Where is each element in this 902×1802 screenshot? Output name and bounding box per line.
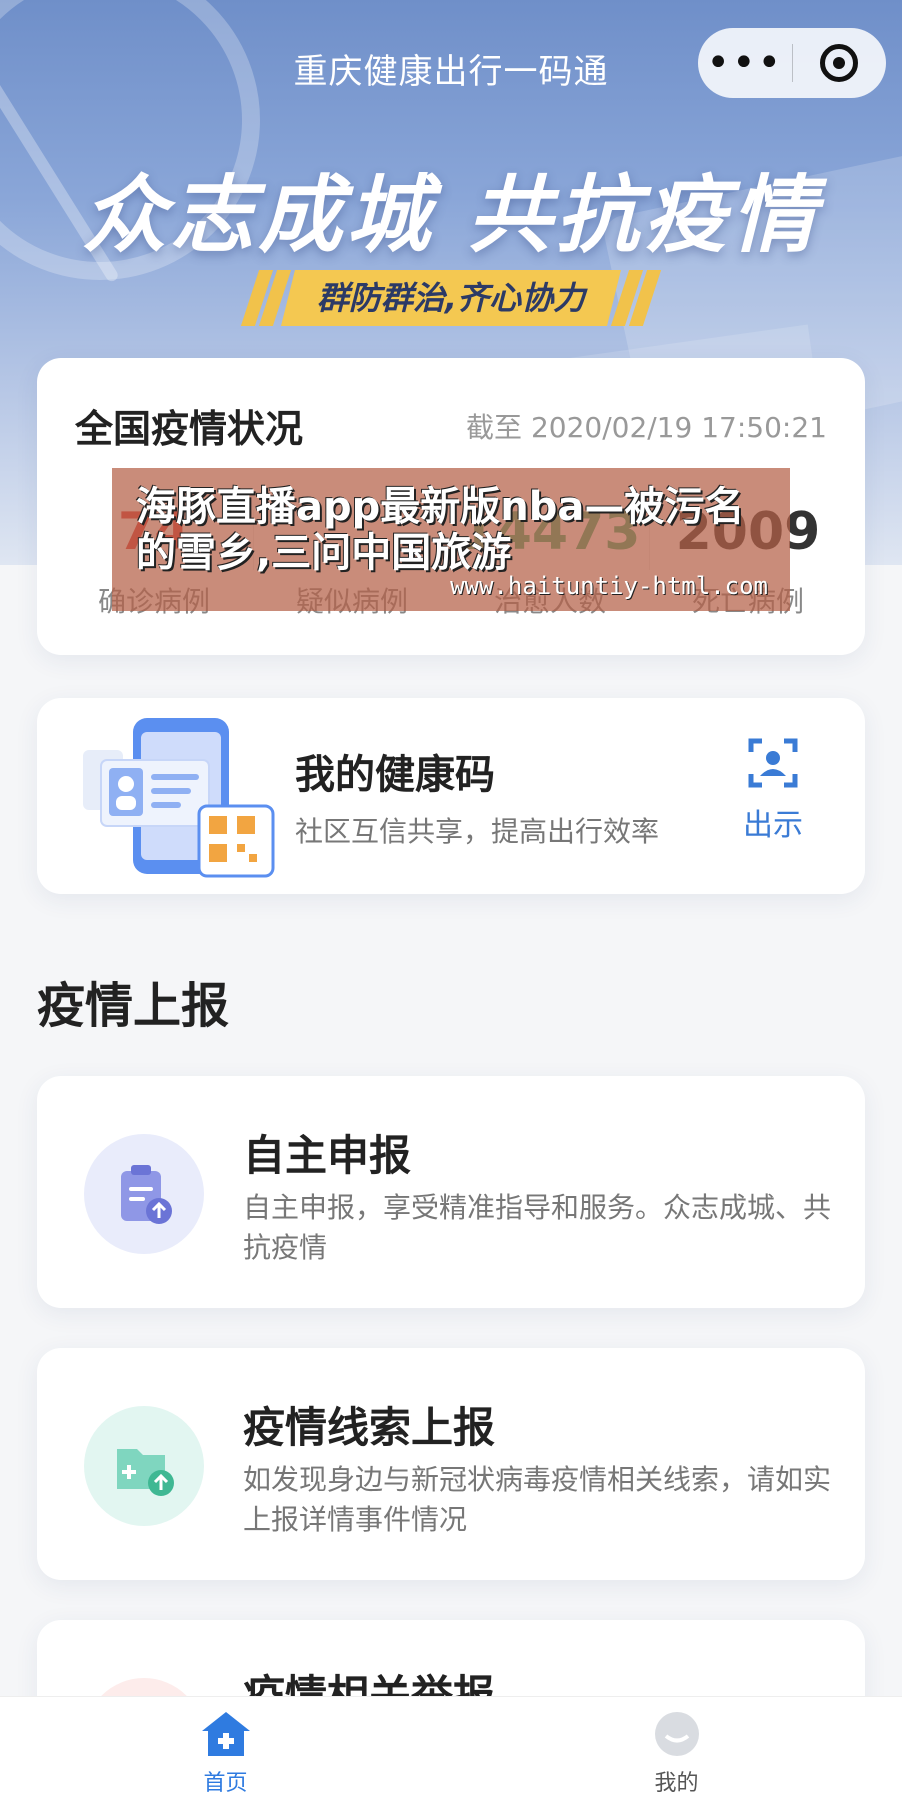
self-report-title: 自主申报 bbox=[243, 1131, 412, 1180]
banner-slogan: 众志成城 共抗疫情 bbox=[82, 166, 820, 264]
scan-face-icon bbox=[748, 738, 798, 788]
stats-timestamp: 截至 2020/02/19 17:50:21 bbox=[466, 411, 827, 444]
tab-home[interactable]: 首页 bbox=[0, 1697, 451, 1802]
clue-report-title: 疫情线索上报 bbox=[243, 1403, 496, 1452]
tab-profile[interactable]: 我的 bbox=[451, 1697, 902, 1802]
clipboard-upload-icon bbox=[84, 1134, 204, 1254]
self-report-desc: 自主申报，享受精准指导和服务。众志成城、共抗疫情 bbox=[243, 1191, 832, 1264]
bottom-tab-bar: 首页 我的 bbox=[0, 1696, 902, 1802]
health-code-card[interactable]: 我的健康码 社区互信共享，提高出行效率 出示 bbox=[37, 698, 865, 894]
more-icon: ••• bbox=[706, 40, 784, 86]
tab-home-label: 首页 bbox=[203, 1771, 248, 1796]
close-target-icon bbox=[820, 44, 859, 82]
show-code-button[interactable]: 出示 bbox=[733, 738, 813, 844]
show-code-label: 出示 bbox=[743, 808, 803, 843]
home-icon bbox=[201, 1712, 250, 1756]
watermark-url: www.haituntiy-html.com bbox=[450, 572, 768, 600]
banner-subtitle-badge: 群防群治,齐心协力 bbox=[240, 270, 662, 326]
clue-report-desc: 如发现身边与新冠状病毒疫情相关线索，请如实上报详情事件情况 bbox=[243, 1463, 832, 1536]
profile-icon bbox=[654, 1712, 699, 1756]
banner-subtitle: 群防群治,齐心协力 bbox=[316, 279, 586, 317]
health-code-title: 我的健康码 bbox=[295, 752, 495, 798]
close-button[interactable] bbox=[793, 28, 887, 98]
folder-upload-icon bbox=[84, 1406, 204, 1526]
health-code-subtitle: 社区互信共享，提高出行效率 bbox=[295, 815, 660, 848]
miniprogram-capsule: ••• bbox=[698, 28, 886, 98]
watermark-title: 海豚直播app最新版nba—被污名的雪乡,三问中国旅游 bbox=[136, 484, 745, 576]
self-report-card[interactable]: 自主申报 自主申报，享受精准指导和服务。众志成城、共抗疫情 bbox=[37, 1076, 865, 1308]
clue-report-card[interactable]: 疫情线索上报 如发现身边与新冠状病毒疫情相关线索，请如实上报详情事件情况 bbox=[37, 1348, 865, 1580]
report-section-title: 疫情上报 bbox=[37, 978, 230, 1034]
stats-title: 全国疫情状况 bbox=[75, 407, 304, 451]
watermark-overlay: 海豚直播app最新版nba—被污名的雪乡,三问中国旅游 www.haitunti… bbox=[112, 468, 790, 611]
more-button[interactable]: ••• bbox=[698, 28, 792, 98]
tab-profile-label: 我的 bbox=[654, 1771, 699, 1796]
phone-qr-illustration bbox=[83, 718, 275, 878]
